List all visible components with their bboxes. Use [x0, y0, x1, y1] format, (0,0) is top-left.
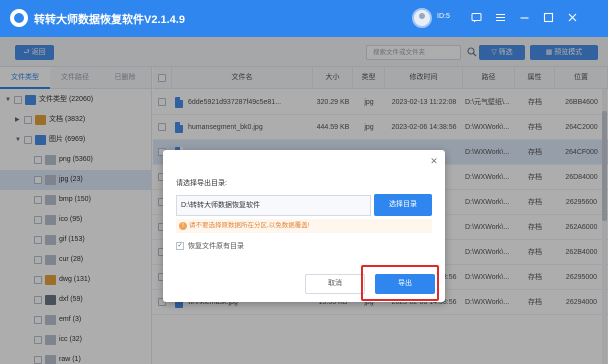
warning-text: 请不要选择原数据所在分区,以免数据覆盖! — [189, 222, 310, 229]
dialog-close-icon[interactable]: ✕ — [429, 156, 439, 166]
close-icon[interactable] — [566, 12, 578, 24]
export-dir-label: 请选择导出目录: — [176, 180, 227, 187]
warning-message: ! 请不要选择原数据所在分区,以免数据覆盖! — [176, 219, 432, 233]
message-icon[interactable] — [470, 12, 482, 24]
minimize-icon[interactable] — [518, 12, 530, 24]
keep-structure-label: 恢复文件原有目录 — [188, 243, 244, 250]
highlight-box — [361, 265, 439, 301]
choose-directory-button[interactable]: 选择目录 — [374, 194, 432, 216]
title-bar: 转转大师数据恢复软件V2.1.4.9 ID:5 — [0, 0, 608, 37]
avatar[interactable] — [412, 8, 432, 28]
app-logo — [10, 9, 28, 27]
app-title: 转转大师数据恢复软件V2.1.4.9 — [34, 14, 185, 26]
user-id: ID:5 — [437, 13, 450, 20]
warning-icon: ! — [179, 222, 187, 230]
maximize-icon[interactable] — [542, 12, 554, 24]
export-path-field[interactable]: D:\转转大师数据恢复软件 — [176, 195, 371, 216]
cancel-button[interactable]: 取消 — [305, 274, 365, 294]
keep-structure-checkbox[interactable]: ✓ — [176, 242, 184, 250]
menu-icon[interactable] — [494, 12, 506, 24]
